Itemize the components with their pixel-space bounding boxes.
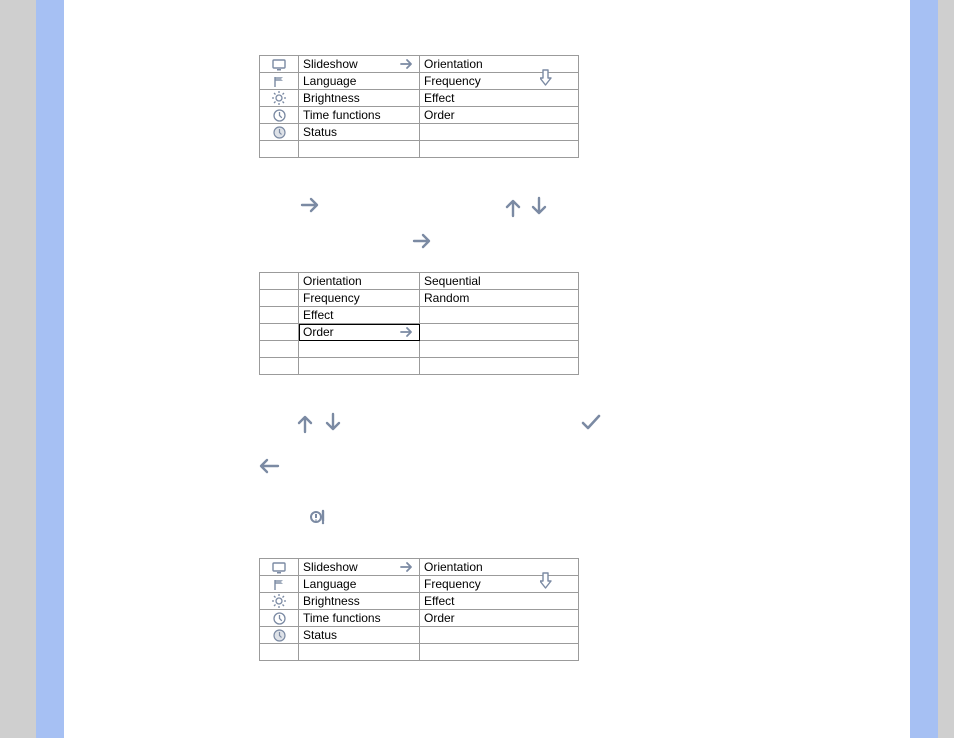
menu1-left-2[interactable]: Brightness — [299, 90, 420, 107]
arrow-right-icon — [300, 196, 322, 214]
menu2-left-1[interactable]: Frequency — [299, 290, 420, 307]
menu2-right-5 — [420, 358, 579, 375]
menu1-icon-5 — [260, 141, 299, 158]
menu3-left-3[interactable]: Time functions — [299, 610, 420, 627]
table-row: Status — [260, 627, 579, 644]
menu3-right-3[interactable]: Order — [420, 610, 579, 627]
menu2-right-3 — [420, 324, 579, 341]
arrow-back-icon — [256, 458, 280, 474]
menu3-left-2[interactable]: Brightness — [299, 593, 420, 610]
menu3-left-5 — [299, 644, 420, 661]
menu-table-3: Slideshow Orientation Language Frequency… — [259, 558, 579, 661]
table-row: Brightness Effect — [260, 90, 579, 107]
menu3-icon-4 — [260, 627, 299, 644]
table-row: Slideshow Orientation — [260, 56, 579, 73]
menu3-right-2[interactable]: Effect — [420, 593, 579, 610]
menu2-left-2[interactable]: Effect — [299, 307, 420, 324]
page-sheet: Slideshow Orientation Language Frequency… — [64, 0, 910, 738]
menu2-icon-5 — [260, 358, 299, 375]
table-row: Frequency Random — [260, 290, 579, 307]
menu2-right-1[interactable]: Random — [420, 290, 579, 307]
warning-icon — [310, 508, 328, 526]
table-row: Status — [260, 124, 579, 141]
table-row — [260, 341, 579, 358]
table-row: Language Frequency — [260, 576, 579, 593]
arrow-up-icon — [504, 196, 522, 218]
table-row: Time functions Order — [260, 107, 579, 124]
arrow-right-icon — [399, 58, 415, 70]
menu1-right-5 — [420, 141, 579, 158]
menu3-icon-1 — [260, 576, 299, 593]
table-row: Brightness Effect — [260, 593, 579, 610]
table-row: Slideshow Orientation — [260, 559, 579, 576]
table-row: Orientation Sequential — [260, 273, 579, 290]
menu3-icon-2 — [260, 593, 299, 610]
menu1-left-0[interactable]: Slideshow — [299, 56, 420, 73]
table-row: Language Frequency — [260, 73, 579, 90]
table-row: Order — [260, 324, 579, 341]
menu2-icon-2 — [260, 307, 299, 324]
menu3-icon-5 — [260, 644, 299, 661]
table-row — [260, 644, 579, 661]
menu1-icon-4 — [260, 124, 299, 141]
menu1-icon-2 — [260, 90, 299, 107]
margin-band-right — [910, 0, 938, 738]
menu-table-1: Slideshow Orientation Language Frequency… — [259, 55, 579, 158]
arrow-down-icon — [530, 196, 548, 218]
menu2-right-2 — [420, 307, 579, 324]
arrow-down-icon — [324, 412, 342, 434]
menu1-right-3[interactable]: Order — [420, 107, 579, 124]
margin-band-left — [36, 0, 64, 738]
menu3-left-0[interactable]: Slideshow — [299, 559, 420, 576]
table-row: Time functions Order — [260, 610, 579, 627]
menu-table-2: Orientation Sequential Frequency Random … — [259, 272, 579, 375]
menu3-right-5 — [420, 644, 579, 661]
cursor-down-icon — [540, 68, 556, 88]
menu1-icon-1 — [260, 73, 299, 90]
table-row — [260, 358, 579, 375]
menu2-icon-1 — [260, 290, 299, 307]
arrow-right-icon — [399, 326, 415, 338]
menu1-right-2[interactable]: Effect — [420, 90, 579, 107]
arrow-right-icon — [399, 561, 415, 573]
menu1-left-5 — [299, 141, 420, 158]
menu1-icon-3 — [260, 107, 299, 124]
menu1-right-4[interactable] — [420, 124, 579, 141]
document-page: Slideshow Orientation Language Frequency… — [0, 0, 954, 738]
menu3-left-1[interactable]: Language — [299, 576, 420, 593]
menu1-left-1[interactable]: Language — [299, 73, 420, 90]
menu3-right-4[interactable] — [420, 627, 579, 644]
table-row — [260, 141, 579, 158]
menu2-left-5 — [299, 358, 420, 375]
cursor-down-icon — [540, 571, 556, 591]
menu3-icon-0 — [260, 559, 299, 576]
menu2-icon-4 — [260, 341, 299, 358]
arrow-up-icon — [296, 412, 314, 434]
menu2-right-0[interactable]: Sequential — [420, 273, 579, 290]
menu1-left-3[interactable]: Time functions — [299, 107, 420, 124]
menu3-icon-3 — [260, 610, 299, 627]
menu2-right-4 — [420, 341, 579, 358]
menu1-icon-0 — [260, 56, 299, 73]
checkmark-icon — [580, 412, 602, 432]
table-row: Effect — [260, 307, 579, 324]
menu2-left-3[interactable]: Order — [299, 324, 420, 341]
menu1-left-4[interactable]: Status — [299, 124, 420, 141]
menu2-icon-3 — [260, 324, 299, 341]
menu2-left-0[interactable]: Orientation — [299, 273, 420, 290]
arrow-right-icon — [412, 232, 434, 250]
menu2-icon-0 — [260, 273, 299, 290]
menu2-left-4 — [299, 341, 420, 358]
menu3-left-4[interactable]: Status — [299, 627, 420, 644]
